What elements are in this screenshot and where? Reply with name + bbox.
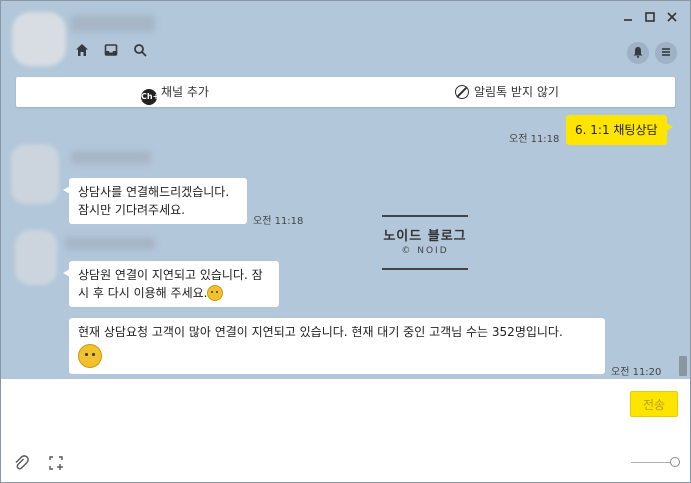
chat-title-blurred bbox=[71, 15, 155, 32]
watermark-title: 노이드 블로그 bbox=[383, 229, 467, 244]
my-message-time: 오전 11:18 bbox=[509, 134, 560, 145]
incoming-message-time: 오전 11:18 bbox=[253, 216, 304, 227]
incoming-message-bubble[interactable]: 상담사를 연결해드리겠습니다. 잠시만 기다려주세요. bbox=[63, 178, 247, 224]
bell-icon[interactable] bbox=[627, 42, 649, 64]
minimize-icon[interactable] bbox=[620, 11, 636, 27]
incoming-message-line: 상담사를 연결해드리겠습니다. bbox=[78, 185, 230, 199]
incoming-message-bubble[interactable]: 현재 상담요청 고객이 많아 연결이 지연되고 있습니다. 현재 대기 중인 고… bbox=[69, 318, 605, 374]
capture-icon[interactable] bbox=[47, 455, 65, 473]
chat-header bbox=[1, 1, 690, 76]
sender-avatar[interactable] bbox=[11, 144, 59, 204]
sender-name-blurred bbox=[65, 237, 155, 250]
zoom-slider-handle[interactable] bbox=[670, 457, 680, 467]
ryan-emoticon-icon bbox=[207, 285, 224, 301]
sender-avatar[interactable] bbox=[15, 230, 57, 285]
chat-scrollbar[interactable] bbox=[679, 356, 687, 376]
incoming-message-time: 오전 11:20 bbox=[611, 367, 662, 378]
maximize-icon[interactable] bbox=[642, 11, 658, 27]
search-icon[interactable] bbox=[132, 43, 148, 59]
incoming-message-text: 현재 상담요청 고객이 많아 연결이 지연되고 있습니다. 현재 대기 중인 고… bbox=[78, 325, 563, 339]
incoming-message-bubble[interactable]: 상담원 연결이 지연되고 있습니다. 잠 시 후 다시 이용해 주세요. bbox=[63, 261, 279, 307]
send-button[interactable]: 전송 bbox=[630, 391, 678, 417]
channel-plus-icon: Ch+ bbox=[141, 89, 159, 105]
incoming-message-line: 시 후 다시 이용해 주세요. bbox=[78, 286, 208, 300]
block-notifications-label: 알림톡 받지 않기 bbox=[474, 85, 559, 99]
block-icon bbox=[455, 85, 469, 99]
inbox-icon[interactable] bbox=[103, 43, 119, 59]
blog-watermark: 노이드 블로그 © NOID bbox=[382, 215, 468, 270]
ryan-emoticon-icon bbox=[78, 344, 102, 368]
sender-name-blurred bbox=[71, 151, 151, 164]
paperclip-icon[interactable] bbox=[12, 455, 30, 473]
block-notifications-button[interactable]: 알림톡 받지 않기 bbox=[455, 83, 559, 101]
profile-avatar[interactable] bbox=[12, 12, 66, 66]
home-icon[interactable] bbox=[74, 43, 90, 59]
watermark-subtitle: © NOID bbox=[401, 246, 449, 256]
channel-notice-bar: Ch+ 채널 추가 알림톡 받지 않기 bbox=[16, 77, 675, 107]
incoming-message-line: 잠시만 기다려주세요. bbox=[78, 203, 185, 217]
add-channel-button[interactable]: Ch+ 채널 추가 bbox=[141, 83, 209, 105]
menu-icon[interactable] bbox=[655, 42, 677, 64]
chat-window: Ch+ 채널 추가 알림톡 받지 않기 6. 1:1 채팅상담 오전 11:18 … bbox=[0, 0, 691, 483]
my-message-bubble[interactable]: 6. 1:1 채팅상담 bbox=[566, 115, 673, 145]
incoming-message-line: 상담원 연결이 지연되고 있습니다. 잠 bbox=[78, 268, 263, 282]
zoom-slider-track[interactable] bbox=[631, 462, 673, 463]
add-channel-label: 채널 추가 bbox=[161, 85, 209, 99]
close-icon[interactable] bbox=[664, 11, 680, 27]
my-message-text: 6. 1:1 채팅상담 bbox=[575, 123, 658, 137]
message-input-area[interactable]: 전송 bbox=[1, 379, 690, 482]
